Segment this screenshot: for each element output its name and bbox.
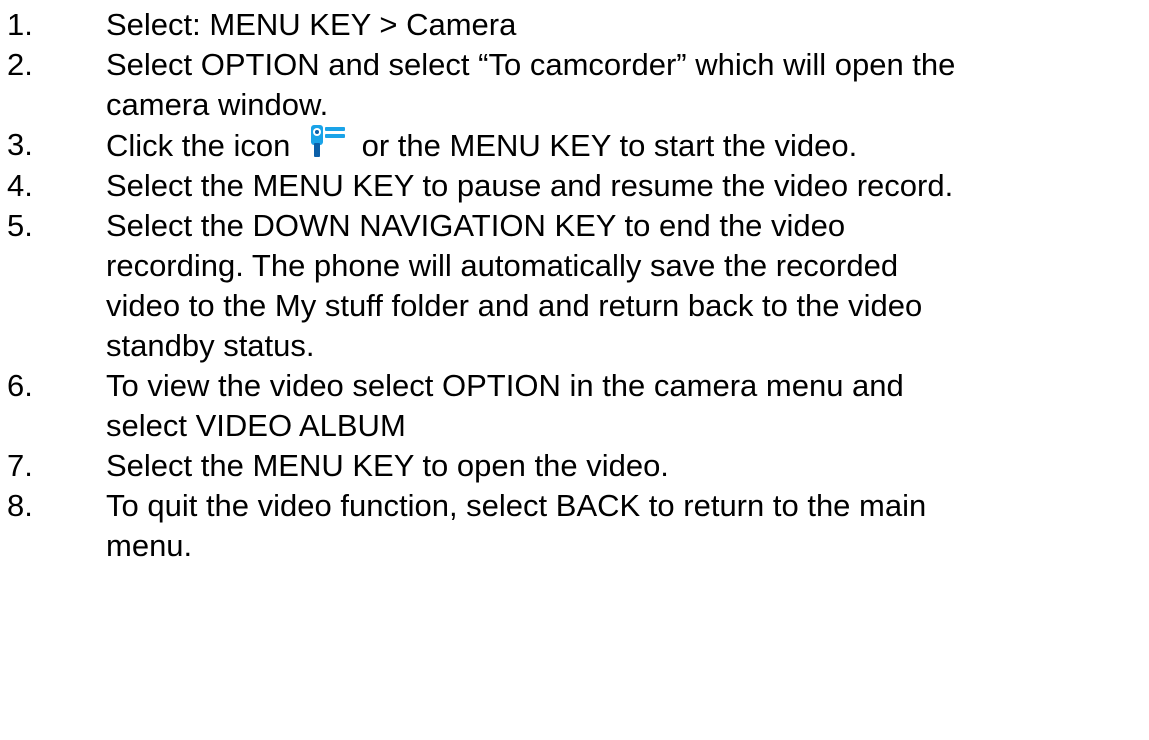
step-text: To quit the video function, select BACK … — [106, 486, 1149, 566]
step-line: video to the My stuff folder and and ret… — [106, 288, 923, 323]
step-number: 5. — [7, 208, 33, 243]
step-number: 8. — [7, 488, 33, 523]
step-line: standby status. — [106, 328, 315, 363]
step-line: Select OPTION and select “To camcorder” … — [106, 47, 956, 82]
step-number: 2. — [7, 47, 33, 82]
step-line: Select the MENU KEY to pause and resume … — [106, 168, 954, 203]
step-text: To view the video select OPTION in the c… — [106, 366, 1149, 446]
step-text: Select OPTION and select “To camcorder” … — [106, 45, 1149, 125]
instruction-list: 1. Select: MENU KEY > Camera 2. Select O… — [0, 0, 1149, 740]
step-number: 3. — [7, 127, 33, 162]
step-text: Select the DOWN NAVIGATION KEY to end th… — [106, 206, 1149, 366]
step-line: Select the DOWN NAVIGATION KEY to end th… — [106, 208, 846, 243]
step-line: Select the MENU KEY to open the video. — [106, 448, 669, 483]
step-5: 5. Select the DOWN NAVIGATION KEY to end… — [0, 206, 1149, 366]
step-number: 6. — [7, 368, 33, 403]
camcorder-icon — [307, 125, 349, 159]
step-text: Select the MENU KEY to pause and resume … — [106, 166, 1149, 206]
step-text: Select the MENU KEY to open the video. — [106, 446, 1149, 486]
step-line: Click the icon or the MENU KEY to start … — [106, 125, 1145, 166]
step-line: camera window. — [106, 87, 329, 122]
step-text: Select: MENU KEY > Camera — [106, 5, 1149, 45]
step-7: 7. Select the MENU KEY to open the video… — [0, 446, 1149, 486]
step-2: 2. Select OPTION and select “To camcorde… — [0, 45, 1149, 125]
step-line: menu. — [106, 528, 193, 563]
step-line: To quit the video function, select BACK … — [106, 488, 927, 523]
step-number: 4. — [7, 168, 33, 203]
step-line: select VIDEO ALBUM — [106, 408, 406, 443]
step-8: 8. To quit the video function, select BA… — [0, 486, 1149, 566]
step-line: recording. The phone will automatically … — [106, 248, 899, 283]
step-text-before-icon: Click the icon — [106, 128, 291, 163]
step-number: 7. — [7, 448, 33, 483]
step-line: To view the video select OPTION in the c… — [106, 368, 904, 403]
step-number: 1. — [7, 7, 33, 42]
step-6: 6. To view the video select OPTION in th… — [0, 366, 1149, 446]
step-3: 3. Click the icon or the MENU KEY to sta… — [0, 125, 1149, 166]
step-text-after-icon: or the MENU KEY to start the video. — [361, 128, 858, 163]
step-line: Select: MENU KEY > Camera — [106, 7, 517, 42]
step-4: 4. Select the MENU KEY to pause and resu… — [0, 166, 1149, 206]
step-text: Click the icon or the MENU KEY to start … — [106, 125, 1149, 166]
step-1: 1. Select: MENU KEY > Camera — [0, 5, 1149, 45]
